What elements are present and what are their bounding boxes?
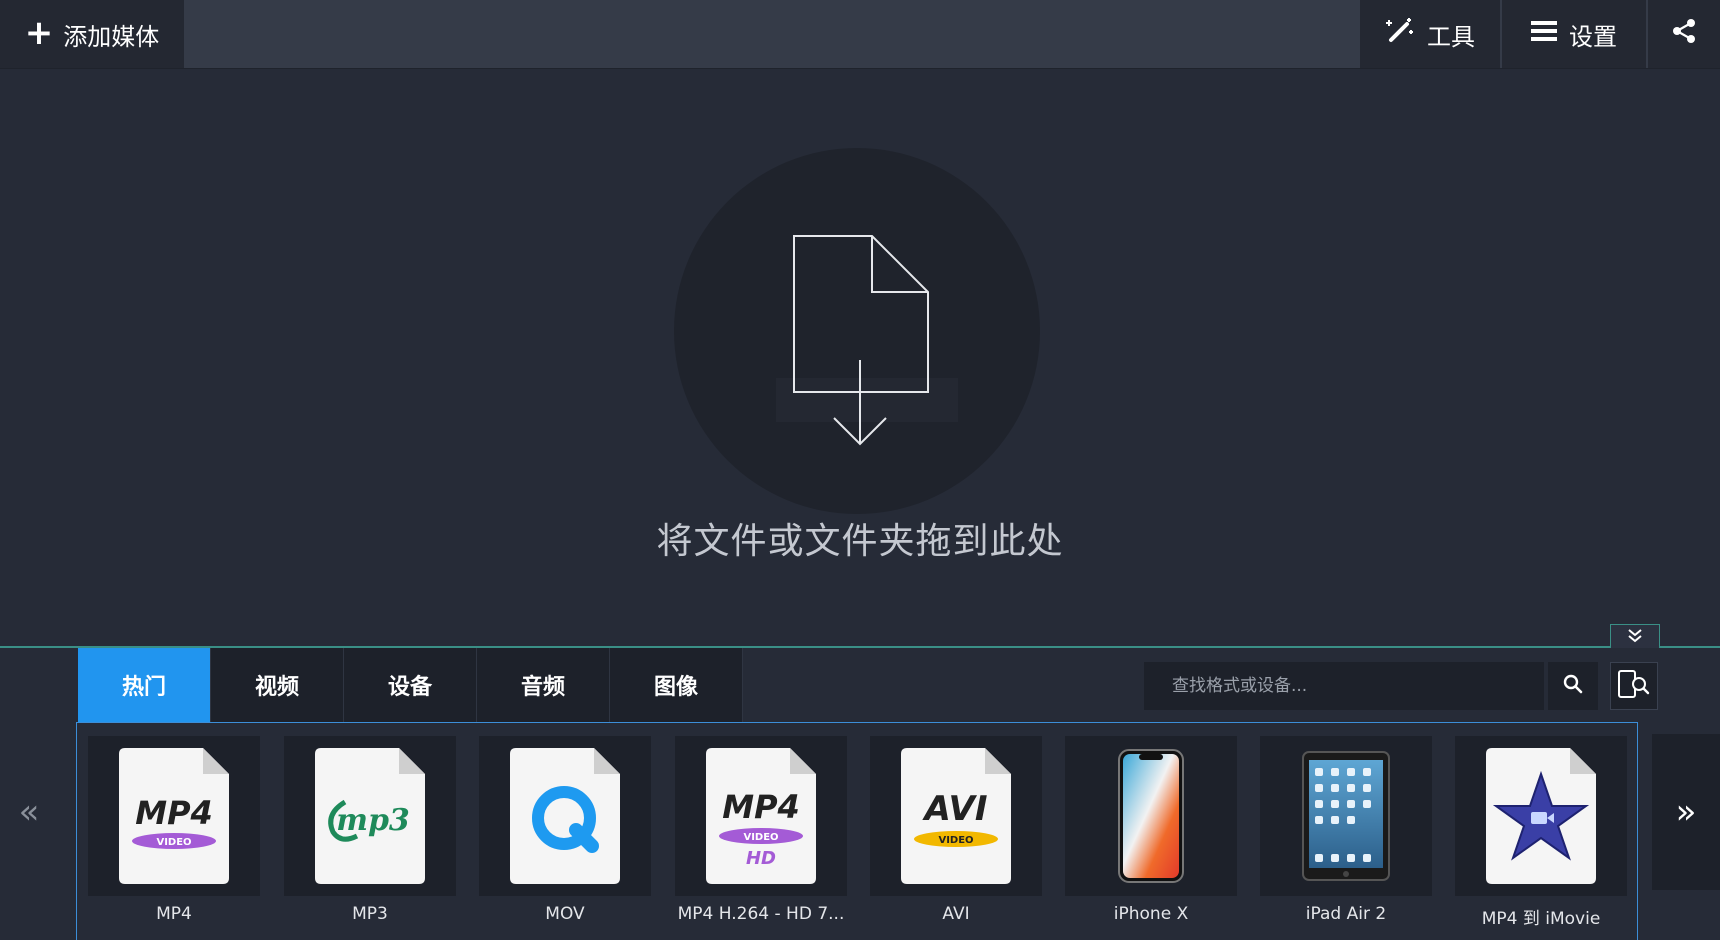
scroll-left-button[interactable]: « bbox=[0, 734, 58, 890]
double-chevron-left-icon: « bbox=[18, 792, 40, 832]
format-thumbnail: AVI VIDEO bbox=[870, 736, 1042, 896]
tools-button[interactable]: 工具 bbox=[1360, 0, 1500, 68]
format-label: MP4 H.264 - HD 7... bbox=[677, 904, 845, 924]
double-chevron-right-icon: » bbox=[1675, 792, 1697, 832]
format-label: AVI bbox=[942, 904, 970, 924]
drop-hint-text: 将文件或文件夹拖到此处 bbox=[656, 521, 1064, 562]
device-search-icon bbox=[1617, 669, 1651, 703]
tab-label: 热门 bbox=[121, 675, 166, 700]
svg-text:MP4: MP4 bbox=[135, 794, 213, 832]
tab-devices[interactable]: 设备 bbox=[344, 648, 477, 722]
share-button[interactable] bbox=[1648, 0, 1720, 68]
format-thumbnail bbox=[1065, 736, 1237, 896]
svg-text:AVI: AVI bbox=[922, 789, 988, 829]
svg-text:VIDEO: VIDEO bbox=[156, 837, 191, 848]
format-item-ipad-air-2[interactable]: iPad Air 2 bbox=[1260, 736, 1432, 924]
tab-audio[interactable]: 音频 bbox=[477, 648, 610, 722]
add-media-button[interactable]: + 添加媒体 bbox=[0, 0, 184, 68]
category-tabs: 热门 视频 设备 音频 图像 bbox=[78, 648, 743, 722]
format-thumbnail bbox=[1455, 736, 1627, 896]
format-label: MP4 到 iMovie bbox=[1481, 909, 1601, 929]
format-item-mp4-hd[interactable]: MP4 VIDEO HD MP4 H.264 - HD 7... bbox=[675, 736, 847, 924]
svg-text:VIDEO: VIDEO bbox=[938, 835, 973, 846]
top-toolbar: + 添加媒体 工具 设置 bbox=[0, 0, 1720, 69]
search-button[interactable] bbox=[1548, 662, 1598, 710]
tab-popular[interactable]: 热门 bbox=[78, 648, 211, 722]
format-thumbnail: MP4 VIDEO HD bbox=[675, 736, 847, 896]
format-item-avi[interactable]: AVI VIDEO AVI bbox=[870, 736, 1042, 924]
format-label: MP3 bbox=[352, 904, 388, 924]
format-item-mp3[interactable]: mp3 MP3 bbox=[284, 736, 456, 924]
format-item-imovie[interactable]: MP4 到 iMovie bbox=[1455, 736, 1627, 929]
format-search-input[interactable] bbox=[1144, 662, 1544, 710]
svg-text:VIDEO: VIDEO bbox=[743, 832, 778, 843]
svg-text:HD: HD bbox=[746, 848, 776, 869]
format-label: MOV bbox=[545, 904, 585, 924]
add-media-label: 添加媒体 bbox=[63, 22, 160, 51]
collapse-panel-button[interactable] bbox=[1610, 624, 1660, 649]
format-thumbnail bbox=[479, 736, 651, 896]
mp4-file-icon: MP4 VIDEO bbox=[119, 748, 229, 884]
format-label: MP4 bbox=[156, 904, 192, 924]
menu-icon bbox=[1531, 20, 1557, 48]
search-icon bbox=[1563, 674, 1583, 698]
mp3-file-icon: mp3 bbox=[315, 748, 425, 884]
format-thumbnail bbox=[1260, 736, 1432, 896]
mp4-hd-file-icon: MP4 VIDEO HD bbox=[706, 748, 816, 884]
svg-text:MP4: MP4 bbox=[722, 788, 800, 826]
file-drop-icon bbox=[758, 222, 978, 466]
magic-wand-icon bbox=[1385, 16, 1415, 52]
detect-device-button[interactable] bbox=[1610, 662, 1658, 710]
scroll-right-button[interactable]: » bbox=[1652, 734, 1720, 890]
tab-video[interactable]: 视频 bbox=[211, 648, 344, 722]
iphone-x-icon bbox=[1118, 749, 1184, 883]
format-item-iphone-x[interactable]: iPhone X bbox=[1065, 736, 1237, 924]
format-label: iPhone X bbox=[1113, 904, 1189, 924]
svg-text:mp3: mp3 bbox=[336, 803, 410, 838]
format-thumbnail: mp3 bbox=[284, 736, 456, 896]
tab-label: 音频 bbox=[520, 675, 565, 700]
imovie-star-icon bbox=[1486, 748, 1596, 884]
tab-label: 设备 bbox=[387, 675, 432, 700]
format-item-mp4[interactable]: MP4 VIDEO MP4 bbox=[88, 736, 260, 924]
settings-button[interactable]: 设置 bbox=[1502, 0, 1646, 68]
format-item-mov[interactable]: MOV bbox=[479, 736, 651, 924]
format-thumbnail: MP4 VIDEO bbox=[88, 736, 260, 896]
tools-label: 工具 bbox=[1427, 22, 1475, 51]
quicktime-file-icon bbox=[510, 748, 620, 884]
format-panel: 热门 视频 设备 音频 图像 « » bbox=[0, 648, 1720, 940]
tab-label: 图像 bbox=[653, 675, 698, 700]
settings-label: 设置 bbox=[1569, 22, 1617, 51]
avi-file-icon: AVI VIDEO bbox=[901, 748, 1011, 884]
format-label: iPad Air 2 bbox=[1305, 904, 1387, 924]
share-icon bbox=[1671, 18, 1697, 50]
plus-icon: + bbox=[24, 13, 54, 53]
tab-image[interactable]: 图像 bbox=[610, 648, 743, 722]
double-chevron-down-icon bbox=[1627, 628, 1643, 647]
tab-label: 视频 bbox=[254, 675, 299, 700]
ipad-air-icon bbox=[1302, 751, 1390, 881]
